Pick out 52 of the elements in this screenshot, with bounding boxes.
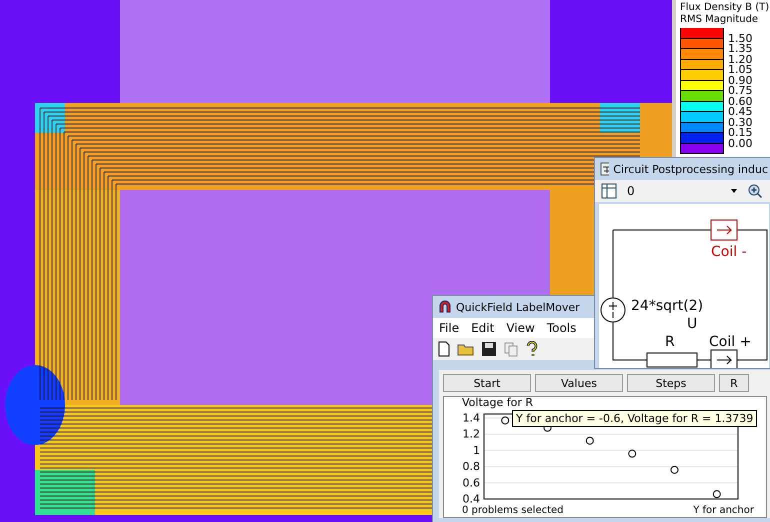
legend-title: Flux Density B (T) <box>680 2 766 14</box>
table-icon[interactable] <box>601 183 617 199</box>
help-icon[interactable] <box>525 341 539 357</box>
x-axis-label: Y for anchor <box>693 505 754 517</box>
y-axis-label: Voltage for R <box>461 397 534 409</box>
resistor-label: R <box>665 334 675 350</box>
tooltip: Y for anchor = -0.6, Voltage for R = 1.3739 <box>512 410 758 427</box>
legend-value: 0.00 <box>728 138 752 148</box>
data-point[interactable] <box>712 490 721 498</box>
legend-subtitle: RMS Magnitude <box>680 14 760 26</box>
window-title: QuickField LabelMover <box>456 300 580 314</box>
circuit-icon <box>600 162 610 176</box>
legend-value: 0.75 <box>728 86 752 96</box>
tab[interactable]: R <box>719 374 749 392</box>
data-point[interactable] <box>501 416 510 424</box>
y-tick-label: 0.4 <box>462 492 480 505</box>
y-tick-label: 0.8 <box>462 460 480 474</box>
y-tick-label: 1.4 <box>462 412 480 425</box>
save-icon[interactable] <box>481 341 497 357</box>
y-tick-label: 1.2 <box>462 428 480 441</box>
data-point[interactable] <box>586 436 594 445</box>
caret-icon <box>731 189 737 193</box>
zoom-in-icon[interactable] <box>747 183 763 199</box>
legend-value: 1.35 <box>728 44 752 54</box>
y-tick-label: 0.6 <box>462 476 480 490</box>
data-point[interactable] <box>628 450 636 458</box>
coil-symbol <box>710 220 738 240</box>
legend-value: 0.30 <box>728 118 752 128</box>
new-file-icon[interactable] <box>437 341 451 357</box>
legend-value: 0.45 <box>728 107 752 117</box>
tab[interactable]: Steps <box>627 374 715 392</box>
menu-item[interactable]: Edit <box>471 321 494 335</box>
menu-item[interactable]: File <box>439 321 460 335</box>
menu-item[interactable]: Tools <box>546 321 576 335</box>
legend-value: 0.60 <box>728 96 752 106</box>
legend-value: 1.05 <box>728 65 752 75</box>
legend-value: 0.15 <box>728 128 752 138</box>
menu-item[interactable]: View <box>506 321 535 335</box>
legend-value: 1.50 <box>728 34 752 44</box>
unit-label: U <box>687 316 698 332</box>
tab[interactable]: Values <box>535 374 623 392</box>
tab[interactable]: Start <box>443 374 531 392</box>
y-tick-label: 1 <box>473 444 480 457</box>
coil-label: Coil + <box>709 334 752 350</box>
source-label: 24*sqrt(2) <box>631 298 704 314</box>
data-point[interactable] <box>670 466 678 474</box>
window-title: Circuit Postprocessing induc <box>613 162 768 176</box>
legend-value: 1.20 <box>728 54 752 64</box>
coil-label: Coil - <box>711 244 747 260</box>
legend-value: 0.90 <box>728 76 752 86</box>
status-text: 0 problems selected <box>462 505 564 517</box>
magnet-icon <box>438 300 452 314</box>
